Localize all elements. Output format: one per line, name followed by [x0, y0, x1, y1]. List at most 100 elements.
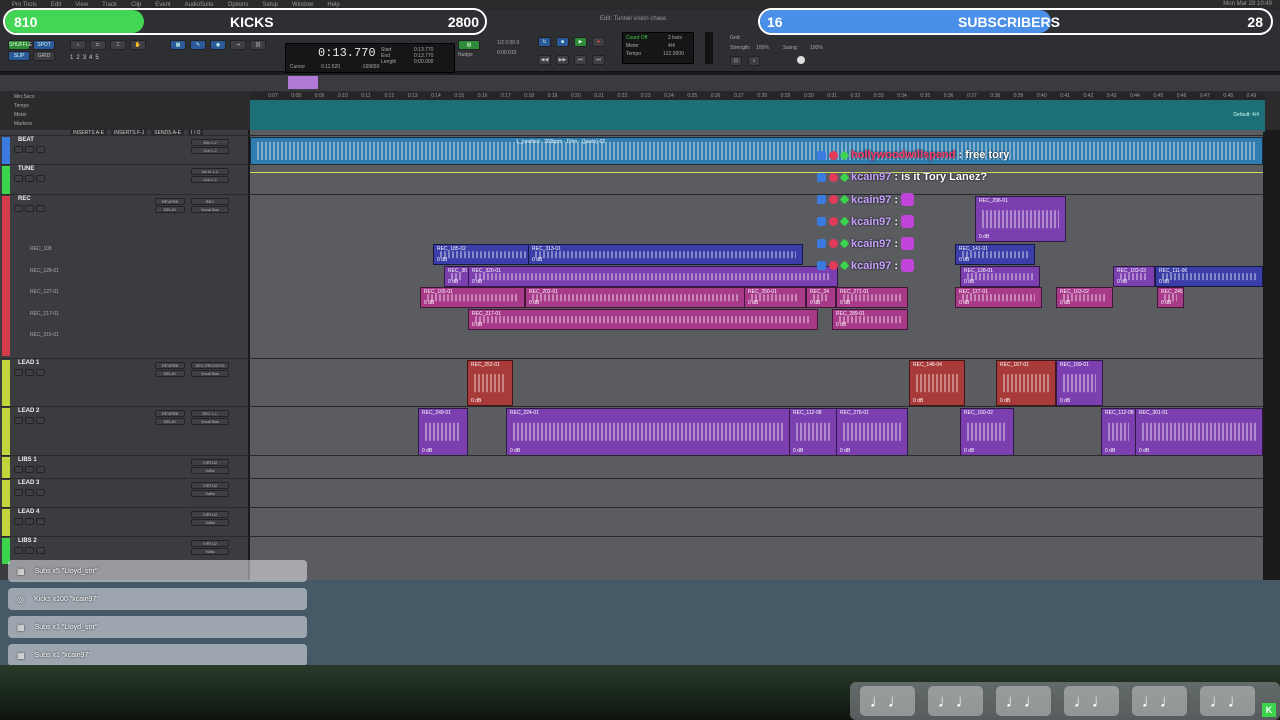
beat-clip[interactable]: 1_(omitted - 300bpm - D#m - Quieto)-02: [250, 137, 1263, 165]
music-note-icon[interactable]: ♩♩: [1200, 686, 1255, 716]
track-name[interactable]: REC: [18, 196, 31, 202]
music-note-icon[interactable]: ♩♩: [860, 686, 915, 716]
swing-value[interactable]: 100%: [810, 45, 823, 51]
lead2-clip[interactable]: REC_112-08 0 dB: [1101, 408, 1136, 456]
pencil-tool-icon[interactable]: ✎: [190, 40, 206, 50]
nudge-value[interactable]: 0:00.010: [497, 50, 516, 56]
lead1-clip[interactable]: REC_167-01 0 dB: [996, 360, 1056, 406]
track-button[interactable]: [14, 146, 23, 153]
track-input[interactable]: REC: [191, 198, 229, 205]
lead2-clip[interactable]: REC_249-01 0 dB: [418, 408, 468, 456]
track-output[interactable]: Vocal Bus: [191, 418, 229, 425]
track-button[interactable]: [14, 369, 23, 376]
rec-clip[interactable]: REC_163-02 0 dB: [1056, 287, 1113, 308]
rec-clip[interactable]: REC_103-03 0 dB: [1113, 266, 1155, 287]
send-a[interactable]: REVERB: [155, 362, 185, 369]
playlist-name[interactable]: REC_108: [30, 246, 52, 252]
track-button[interactable]: [25, 146, 34, 153]
rec-clip[interactable]: REC_250-01 0 dB: [744, 287, 806, 308]
lead1-clip[interactable]: REC_252-01 0 dB: [467, 360, 513, 406]
playlist-name[interactable]: REC_127-01: [30, 289, 59, 295]
track-button[interactable]: [25, 175, 34, 182]
main-counter[interactable]: 0:13.770 Cursor 0:11.520 -169650 Start E…: [285, 43, 455, 73]
track-button[interactable]: [25, 466, 34, 473]
track-name[interactable]: LEAD 4: [18, 509, 39, 515]
track-button[interactable]: [36, 205, 45, 212]
track-input[interactable]: VIRTU2: [191, 540, 229, 547]
track-input[interactable]: Mix 1-2: [191, 139, 229, 146]
fast-forward-icon[interactable]: ▶▶: [556, 55, 569, 65]
track-name[interactable]: LEAD 3: [18, 480, 39, 486]
track-button[interactable]: [14, 175, 23, 182]
lead2-clip[interactable]: REC_160-02 0 dB: [960, 408, 1014, 456]
track-input[interactable]: REC PROCESS: [191, 362, 229, 369]
send-a[interactable]: REVERB: [155, 410, 185, 417]
track-input[interactable]: REC L,L: [191, 410, 229, 417]
lead1-clip[interactable]: REC_148-04 0 dB: [909, 360, 965, 406]
tab-to-transient-icon[interactable]: ⇥: [230, 40, 246, 50]
send-b[interactable]: DELAY: [155, 418, 185, 425]
trim-tool-icon[interactable]: ⊏: [90, 40, 106, 50]
zoom-preset-5[interactable]: 5: [95, 55, 98, 61]
slip-mode-button[interactable]: SLIP: [8, 51, 30, 61]
zoom-tool-icon[interactable]: ⌕: [70, 40, 86, 50]
universe-overview[interactable]: [0, 75, 1280, 91]
spot-mode-button[interactable]: SPOT: [33, 40, 55, 50]
scrubber-tool-icon[interactable]: ◉: [210, 40, 226, 50]
track-button[interactable]: [25, 489, 34, 496]
strength-value[interactable]: 100%: [756, 45, 769, 51]
track-button[interactable]: [25, 417, 34, 424]
lead2-clip[interactable]: REC_301-01 0 dB: [1135, 408, 1263, 456]
track-button[interactable]: [14, 518, 23, 525]
track-button[interactable]: [36, 547, 45, 554]
track-output[interactable]: VoBs: [191, 490, 229, 497]
rec-clip[interactable]: REC_320-01 0 dB: [468, 266, 838, 287]
track-button[interactable]: [36, 489, 45, 496]
link-icon[interactable]: ⛓: [250, 40, 266, 50]
smart-tool-icon[interactable]: ▦: [170, 40, 186, 50]
rec-clip[interactable]: REC_289-01 0 dB: [832, 309, 908, 330]
rec-clip[interactable]: REC_128-01 0 dB: [960, 266, 1040, 287]
count-off-value[interactable]: 2 bars: [668, 35, 682, 41]
track-button[interactable]: [25, 205, 34, 212]
track-button[interactable]: [36, 466, 45, 473]
meter-value[interactable]: 4/4: [668, 43, 675, 49]
rec-clip[interactable]: REC_202-01 0 dB: [525, 287, 745, 308]
track-button[interactable]: [14, 489, 23, 496]
grabber-tool-icon[interactable]: ✋: [130, 40, 146, 50]
zoom-preset-2[interactable]: 2: [76, 55, 79, 61]
return-to-zero-icon[interactable]: ⏮: [574, 55, 587, 65]
track-button[interactable]: [25, 369, 34, 376]
scroll-icon[interactable]: ⊡: [730, 56, 742, 66]
tempo-value[interactable]: 122.0000: [663, 51, 684, 57]
rec-clip[interactable]: REC_296-01 0 dB: [975, 196, 1066, 242]
playlist-name[interactable]: REC_128-01: [30, 268, 59, 274]
count-off-label[interactable]: Count Off: [626, 35, 647, 41]
track-name[interactable]: LIBS 1: [18, 457, 37, 463]
lead2-clip[interactable]: REC_112-08 0 dB: [789, 408, 837, 456]
zoom-preset-4[interactable]: 4: [89, 55, 92, 61]
track-output[interactable]: Out 1-2: [191, 147, 229, 154]
rec-clip[interactable]: REC_24 0 dB: [806, 287, 836, 308]
track-name[interactable]: LEAD 1: [18, 360, 39, 366]
track-output[interactable]: Out 1-2: [191, 176, 229, 183]
track-button[interactable]: [25, 547, 34, 554]
rec-clip[interactable]: REC_30 0 dB: [444, 266, 469, 287]
rec-clip[interactable]: REC_217-01 0 dB: [468, 309, 818, 330]
record-icon[interactable]: ●: [592, 37, 605, 47]
track-output[interactable]: VoBs: [191, 548, 229, 555]
minsecs-ruler[interactable]: 0:07 0:08 0:09 0:10 0:11 0:12 0:13 0:14 0:15 0:16…: [250, 92, 1265, 100]
track-button[interactable]: [36, 175, 45, 182]
music-note-icon[interactable]: ♩♩: [1064, 686, 1119, 716]
universe-visible-area[interactable]: [288, 76, 318, 89]
edit-playlist-area[interactable]: [250, 130, 1263, 580]
play-icon[interactable]: ▶: [574, 37, 587, 47]
playlist-name[interactable]: REC_217-01: [30, 311, 59, 317]
zoom-icon[interactable]: ⌕: [748, 56, 760, 66]
music-note-icon[interactable]: ♩♩: [1132, 686, 1187, 716]
rec-clip[interactable]: REC_141-01 0 dB: [955, 244, 1035, 265]
track-name[interactable]: BEAT: [18, 137, 34, 143]
stop-icon[interactable]: ■: [556, 37, 569, 47]
track-button[interactable]: [14, 205, 23, 212]
settings-dot-icon[interactable]: [797, 56, 805, 64]
